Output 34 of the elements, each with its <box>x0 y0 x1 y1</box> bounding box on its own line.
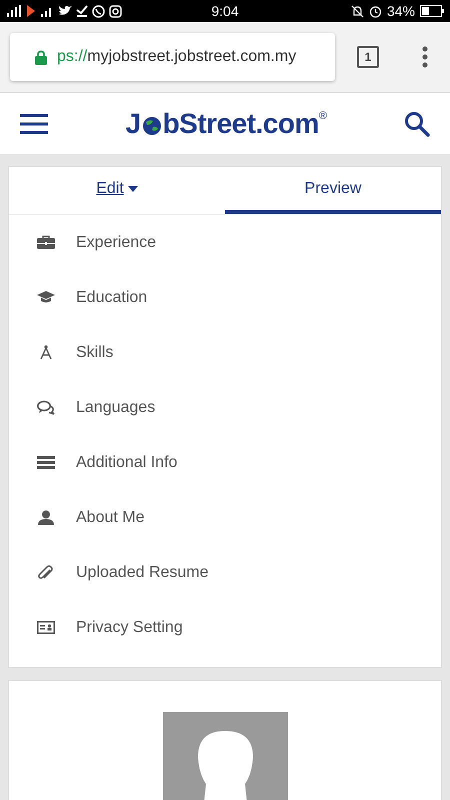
more-menu-icon[interactable] <box>422 46 428 68</box>
signal-icon <box>6 5 22 17</box>
bell-muted-icon <box>350 4 364 18</box>
section-link[interactable]: Additional Info <box>9 435 441 490</box>
address-bar[interactable]: ps://myjobstreet.jobstreet.com.my <box>10 33 335 81</box>
section-link[interactable]: About Me <box>9 490 441 545</box>
paperclip-icon <box>37 565 55 580</box>
id-card-icon <box>37 620 55 635</box>
battery-icon <box>420 5 444 17</box>
section-link[interactable]: Languages <box>9 380 441 435</box>
status-time: 9:04 <box>210 3 240 19</box>
section-link[interactable]: Education <box>9 270 441 325</box>
alarm-clock-icon <box>368 4 382 18</box>
camera-icon <box>109 4 122 18</box>
menu-icon[interactable] <box>20 112 48 134</box>
signal-icon <box>40 5 54 17</box>
tab-count-button[interactable]: 1 <box>357 46 379 68</box>
lock-icon <box>35 50 47 64</box>
section-link[interactable]: Privacy Setting <box>9 600 441 655</box>
battery-percent: 34% <box>386 3 415 19</box>
briefcase-icon <box>37 235 55 250</box>
bird-icon <box>58 5 72 17</box>
list-bars-icon <box>37 455 55 470</box>
url-text: ps://myjobstreet.jobstreet.com.my <box>57 48 296 66</box>
tab[interactable]: Edit <box>9 167 225 214</box>
section-link[interactable]: Uploaded Resume <box>9 545 441 600</box>
download-done-icon <box>76 5 88 17</box>
tab[interactable]: Preview <box>225 167 441 214</box>
section-link[interactable]: Experience <box>9 215 441 270</box>
speech-bubbles-icon <box>37 400 55 415</box>
person-icon <box>37 510 55 525</box>
search-icon[interactable] <box>404 110 430 136</box>
section-link[interactable]: Skills <box>9 325 441 380</box>
graduation-cap-icon <box>37 290 55 305</box>
